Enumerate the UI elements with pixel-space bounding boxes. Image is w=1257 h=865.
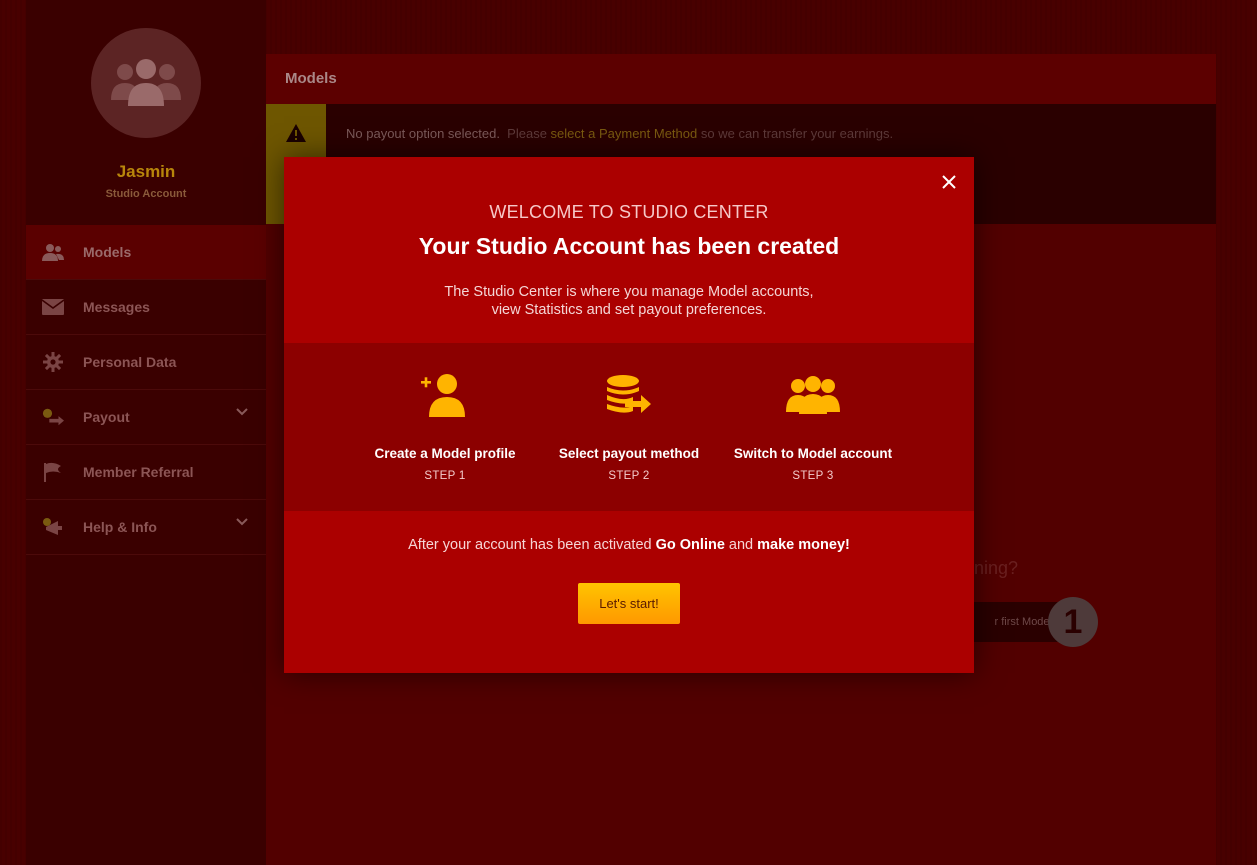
alert-text-after: so we can transfer your earnings. (700, 126, 894, 141)
step-payout-method: Select payout method STEP 2 (539, 371, 719, 482)
chevron-down-icon[interactable] (236, 518, 248, 526)
sidebar: Jasmin Studio Account Models Messages Pe… (26, 0, 266, 865)
flag-icon (42, 461, 64, 483)
gear-icon (42, 351, 64, 373)
sidebar-item-models[interactable]: Models (26, 225, 266, 280)
welcome-modal: WELCOME TO STUDIO CENTER Your Studio Acc… (284, 157, 974, 673)
sidebar-item-label: Personal Data (83, 354, 177, 370)
sidebar-item-label: Messages (83, 299, 150, 315)
footer-text-mid: and (728, 537, 754, 553)
sidebar-item-member-referral[interactable]: Member Referral (26, 445, 266, 500)
profile-subtitle: Studio Account (105, 188, 187, 200)
chevron-down-icon[interactable] (236, 408, 248, 416)
sidebar-nav: Models Messages Personal Data Payout Mem… (26, 225, 266, 555)
sidebar-item-label: Help & Info (83, 519, 157, 535)
coins-transfer-icon (607, 375, 651, 413)
footer-make-money: make money! (757, 537, 850, 553)
modal-footer-text: After your account has been activated Go… (284, 537, 974, 553)
profile-name: Jasmin (116, 162, 176, 181)
megaphone-icon (42, 516, 64, 538)
envelope-icon (42, 296, 64, 318)
alert-text-before: Please (507, 126, 547, 141)
step-number: STEP 1 (424, 470, 466, 482)
steps-panel: Create a Model profile STEP 1 Select pay… (284, 343, 974, 511)
step-number: STEP 3 (792, 470, 834, 482)
step-label: Select payout method (558, 446, 700, 461)
users-group-icon (786, 376, 840, 414)
footer-go-online: Go Online (655, 537, 725, 553)
sidebar-item-label: Payout (83, 409, 130, 425)
footer-text-before: After your account has been activated (408, 537, 652, 553)
background-question-text: rning? (968, 558, 1019, 578)
description-line-2: view Statistics and set payout preferenc… (491, 302, 767, 318)
users-icon (42, 241, 64, 263)
close-icon[interactable] (938, 171, 960, 193)
add-user-icon (421, 374, 465, 417)
sidebar-item-messages[interactable]: Messages (26, 280, 266, 335)
lets-start-button[interactable]: Let's start! (578, 583, 680, 624)
payment-method-link[interactable]: select a Payment Method (551, 126, 698, 141)
step-create-model: Create a Model profile STEP 1 (355, 371, 535, 482)
modal-title: Your Studio Account has been created (418, 233, 840, 259)
modal-description: The Studio Center is where you manage Mo… (284, 283, 974, 319)
step-number-badge: 1 (1048, 597, 1098, 647)
sidebar-item-label: Member Referral (83, 464, 194, 480)
profile-card: Jasmin Studio Account (26, 28, 266, 200)
description-line-1: The Studio Center is where you manage Mo… (444, 284, 814, 300)
alert-bold-text: No payout option selected. (346, 126, 500, 141)
sidebar-item-label: Models (83, 244, 132, 260)
sidebar-item-help-info[interactable]: Help & Info (26, 500, 266, 555)
step-switch-account: Switch to Model account STEP 3 (723, 371, 903, 482)
step-label: Switch to Model account (733, 446, 893, 461)
alert-message: No payout option selected. Please select… (346, 126, 893, 141)
sidebar-item-payout[interactable]: Payout (26, 390, 266, 445)
page-title: Models (266, 54, 1216, 104)
modal-eyebrow: WELCOME TO STUDIO CENTER (489, 202, 769, 222)
users-group-icon (111, 59, 181, 106)
avatar[interactable] (91, 28, 201, 138)
warning-icon (286, 124, 306, 142)
money-transfer-icon (42, 406, 64, 428)
step-number: STEP 2 (608, 470, 650, 482)
sidebar-item-personal-data[interactable]: Personal Data (26, 335, 266, 390)
step-label: Create a Model profile (374, 446, 516, 461)
